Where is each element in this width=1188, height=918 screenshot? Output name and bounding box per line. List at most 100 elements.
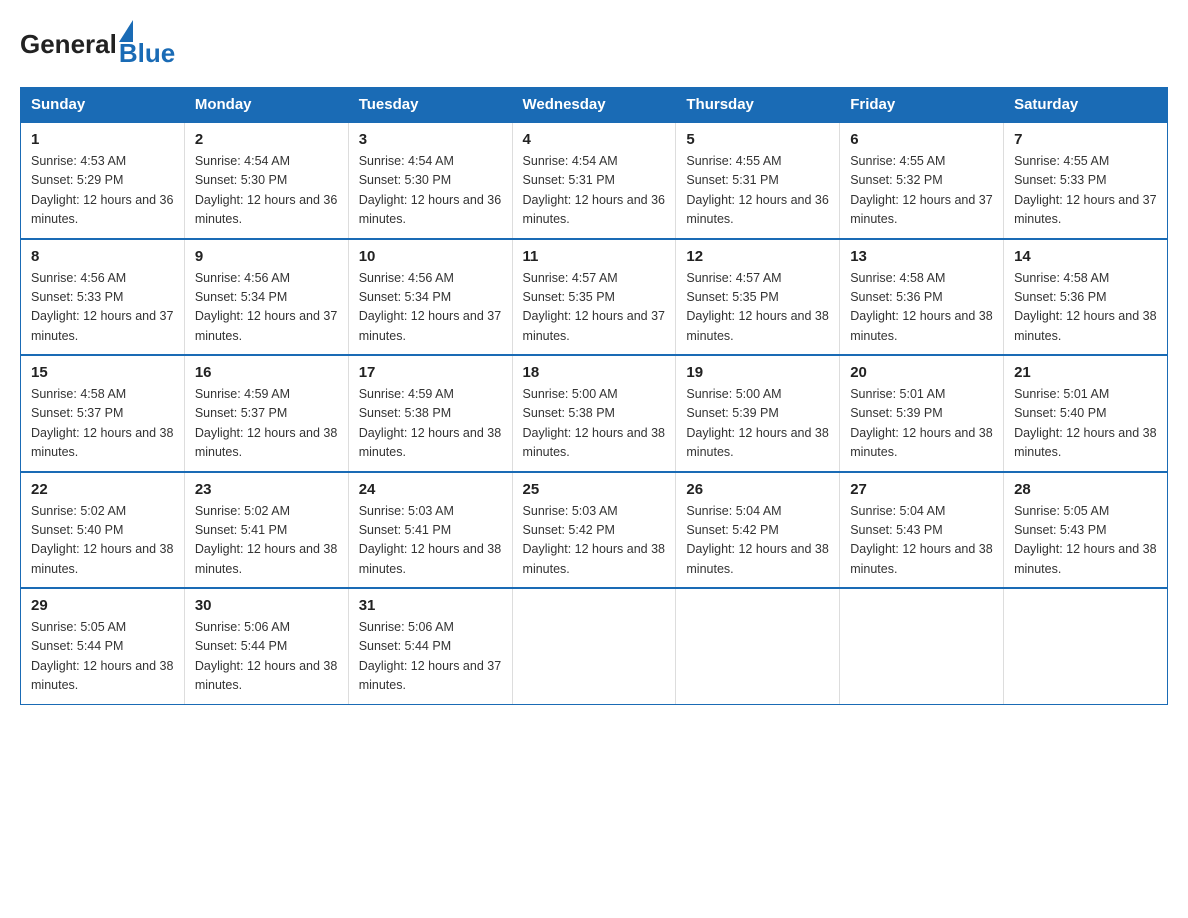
day-info: Sunrise: 4:58 AMSunset: 5:36 PMDaylight:… — [1014, 269, 1157, 347]
day-info: Sunrise: 4:59 AMSunset: 5:37 PMDaylight:… — [195, 385, 338, 463]
logo-blue-text: Blue — [119, 38, 175, 69]
day-cell: 10 Sunrise: 4:56 AMSunset: 5:34 PMDaylig… — [348, 239, 512, 356]
day-cell: 26 Sunrise: 5:04 AMSunset: 5:42 PMDaylig… — [676, 472, 840, 589]
day-info: Sunrise: 5:02 AMSunset: 5:41 PMDaylight:… — [195, 502, 338, 580]
day-info: Sunrise: 5:06 AMSunset: 5:44 PMDaylight:… — [359, 618, 502, 696]
day-cell: 19 Sunrise: 5:00 AMSunset: 5:39 PMDaylig… — [676, 355, 840, 472]
day-cell: 20 Sunrise: 5:01 AMSunset: 5:39 PMDaylig… — [840, 355, 1004, 472]
day-number: 24 — [359, 481, 502, 498]
day-cell: 18 Sunrise: 5:00 AMSunset: 5:38 PMDaylig… — [512, 355, 676, 472]
day-info: Sunrise: 4:55 AMSunset: 5:33 PMDaylight:… — [1014, 152, 1157, 230]
day-cell: 28 Sunrise: 5:05 AMSunset: 5:43 PMDaylig… — [1004, 472, 1168, 589]
day-number: 31 — [359, 597, 502, 614]
day-info: Sunrise: 4:53 AMSunset: 5:29 PMDaylight:… — [31, 152, 174, 230]
day-cell: 4 Sunrise: 4:54 AMSunset: 5:31 PMDayligh… — [512, 122, 676, 239]
day-info: Sunrise: 4:54 AMSunset: 5:31 PMDaylight:… — [523, 152, 666, 230]
day-number: 18 — [523, 364, 666, 381]
day-number: 13 — [850, 248, 993, 265]
day-cell: 8 Sunrise: 4:56 AMSunset: 5:33 PMDayligh… — [21, 239, 185, 356]
day-number: 30 — [195, 597, 338, 614]
week-row-3: 15 Sunrise: 4:58 AMSunset: 5:37 PMDaylig… — [21, 355, 1168, 472]
day-number: 22 — [31, 481, 174, 498]
day-number: 12 — [686, 248, 829, 265]
day-cell: 24 Sunrise: 5:03 AMSunset: 5:41 PMDaylig… — [348, 472, 512, 589]
day-cell: 3 Sunrise: 4:54 AMSunset: 5:30 PMDayligh… — [348, 122, 512, 239]
header-cell-friday: Friday — [840, 88, 1004, 123]
week-row-4: 22 Sunrise: 5:02 AMSunset: 5:40 PMDaylig… — [21, 472, 1168, 589]
calendar-body: 1 Sunrise: 4:53 AMSunset: 5:29 PMDayligh… — [21, 122, 1168, 704]
day-cell: 12 Sunrise: 4:57 AMSunset: 5:35 PMDaylig… — [676, 239, 840, 356]
day-cell: 14 Sunrise: 4:58 AMSunset: 5:36 PMDaylig… — [1004, 239, 1168, 356]
day-info: Sunrise: 5:01 AMSunset: 5:40 PMDaylight:… — [1014, 385, 1157, 463]
day-info: Sunrise: 5:03 AMSunset: 5:42 PMDaylight:… — [523, 502, 666, 580]
day-cell: 16 Sunrise: 4:59 AMSunset: 5:37 PMDaylig… — [184, 355, 348, 472]
header-cell-wednesday: Wednesday — [512, 88, 676, 123]
day-number: 23 — [195, 481, 338, 498]
day-number: 5 — [686, 131, 829, 148]
page-header: General Blue — [20, 20, 1168, 69]
day-info: Sunrise: 5:03 AMSunset: 5:41 PMDaylight:… — [359, 502, 502, 580]
header-cell-monday: Monday — [184, 88, 348, 123]
day-number: 11 — [523, 248, 666, 265]
day-cell — [1004, 588, 1168, 704]
day-cell: 7 Sunrise: 4:55 AMSunset: 5:33 PMDayligh… — [1004, 122, 1168, 239]
day-number: 9 — [195, 248, 338, 265]
day-cell: 27 Sunrise: 5:04 AMSunset: 5:43 PMDaylig… — [840, 472, 1004, 589]
header-cell-saturday: Saturday — [1004, 88, 1168, 123]
day-info: Sunrise: 4:56 AMSunset: 5:34 PMDaylight:… — [195, 269, 338, 347]
day-info: Sunrise: 4:58 AMSunset: 5:37 PMDaylight:… — [31, 385, 174, 463]
header-cell-thursday: Thursday — [676, 88, 840, 123]
logo-general-text: General — [20, 29, 117, 60]
day-number: 20 — [850, 364, 993, 381]
day-number: 1 — [31, 131, 174, 148]
day-number: 10 — [359, 248, 502, 265]
day-number: 19 — [686, 364, 829, 381]
day-cell: 23 Sunrise: 5:02 AMSunset: 5:41 PMDaylig… — [184, 472, 348, 589]
day-info: Sunrise: 4:55 AMSunset: 5:32 PMDaylight:… — [850, 152, 993, 230]
day-cell: 22 Sunrise: 5:02 AMSunset: 5:40 PMDaylig… — [21, 472, 185, 589]
day-cell — [512, 588, 676, 704]
day-number: 4 — [523, 131, 666, 148]
day-cell: 1 Sunrise: 4:53 AMSunset: 5:29 PMDayligh… — [21, 122, 185, 239]
day-info: Sunrise: 5:04 AMSunset: 5:42 PMDaylight:… — [686, 502, 829, 580]
day-number: 6 — [850, 131, 993, 148]
day-info: Sunrise: 4:58 AMSunset: 5:36 PMDaylight:… — [850, 269, 993, 347]
day-number: 16 — [195, 364, 338, 381]
day-cell: 25 Sunrise: 5:03 AMSunset: 5:42 PMDaylig… — [512, 472, 676, 589]
day-cell: 9 Sunrise: 4:56 AMSunset: 5:34 PMDayligh… — [184, 239, 348, 356]
day-cell: 29 Sunrise: 5:05 AMSunset: 5:44 PMDaylig… — [21, 588, 185, 704]
week-row-1: 1 Sunrise: 4:53 AMSunset: 5:29 PMDayligh… — [21, 122, 1168, 239]
day-number: 15 — [31, 364, 174, 381]
day-number: 29 — [31, 597, 174, 614]
day-number: 14 — [1014, 248, 1157, 265]
day-number: 17 — [359, 364, 502, 381]
day-info: Sunrise: 4:56 AMSunset: 5:33 PMDaylight:… — [31, 269, 174, 347]
day-number: 2 — [195, 131, 338, 148]
day-info: Sunrise: 4:59 AMSunset: 5:38 PMDaylight:… — [359, 385, 502, 463]
day-info: Sunrise: 4:54 AMSunset: 5:30 PMDaylight:… — [359, 152, 502, 230]
header-row: SundayMondayTuesdayWednesdayThursdayFrid… — [21, 88, 1168, 123]
week-row-2: 8 Sunrise: 4:56 AMSunset: 5:33 PMDayligh… — [21, 239, 1168, 356]
day-info: Sunrise: 4:57 AMSunset: 5:35 PMDaylight:… — [523, 269, 666, 347]
day-info: Sunrise: 4:54 AMSunset: 5:30 PMDaylight:… — [195, 152, 338, 230]
day-cell: 21 Sunrise: 5:01 AMSunset: 5:40 PMDaylig… — [1004, 355, 1168, 472]
day-info: Sunrise: 5:01 AMSunset: 5:39 PMDaylight:… — [850, 385, 993, 463]
day-cell: 5 Sunrise: 4:55 AMSunset: 5:31 PMDayligh… — [676, 122, 840, 239]
day-cell: 11 Sunrise: 4:57 AMSunset: 5:35 PMDaylig… — [512, 239, 676, 356]
day-number: 27 — [850, 481, 993, 498]
day-info: Sunrise: 5:06 AMSunset: 5:44 PMDaylight:… — [195, 618, 338, 696]
day-info: Sunrise: 5:04 AMSunset: 5:43 PMDaylight:… — [850, 502, 993, 580]
day-info: Sunrise: 5:05 AMSunset: 5:43 PMDaylight:… — [1014, 502, 1157, 580]
week-row-5: 29 Sunrise: 5:05 AMSunset: 5:44 PMDaylig… — [21, 588, 1168, 704]
header-cell-tuesday: Tuesday — [348, 88, 512, 123]
day-number: 28 — [1014, 481, 1157, 498]
day-info: Sunrise: 4:57 AMSunset: 5:35 PMDaylight:… — [686, 269, 829, 347]
logo: General Blue — [20, 20, 175, 69]
calendar-header: SundayMondayTuesdayWednesdayThursdayFrid… — [21, 88, 1168, 123]
day-number: 8 — [31, 248, 174, 265]
day-cell: 17 Sunrise: 4:59 AMSunset: 5:38 PMDaylig… — [348, 355, 512, 472]
day-cell — [840, 588, 1004, 704]
day-info: Sunrise: 5:05 AMSunset: 5:44 PMDaylight:… — [31, 618, 174, 696]
day-info: Sunrise: 5:00 AMSunset: 5:38 PMDaylight:… — [523, 385, 666, 463]
calendar-table: SundayMondayTuesdayWednesdayThursdayFrid… — [20, 87, 1168, 705]
